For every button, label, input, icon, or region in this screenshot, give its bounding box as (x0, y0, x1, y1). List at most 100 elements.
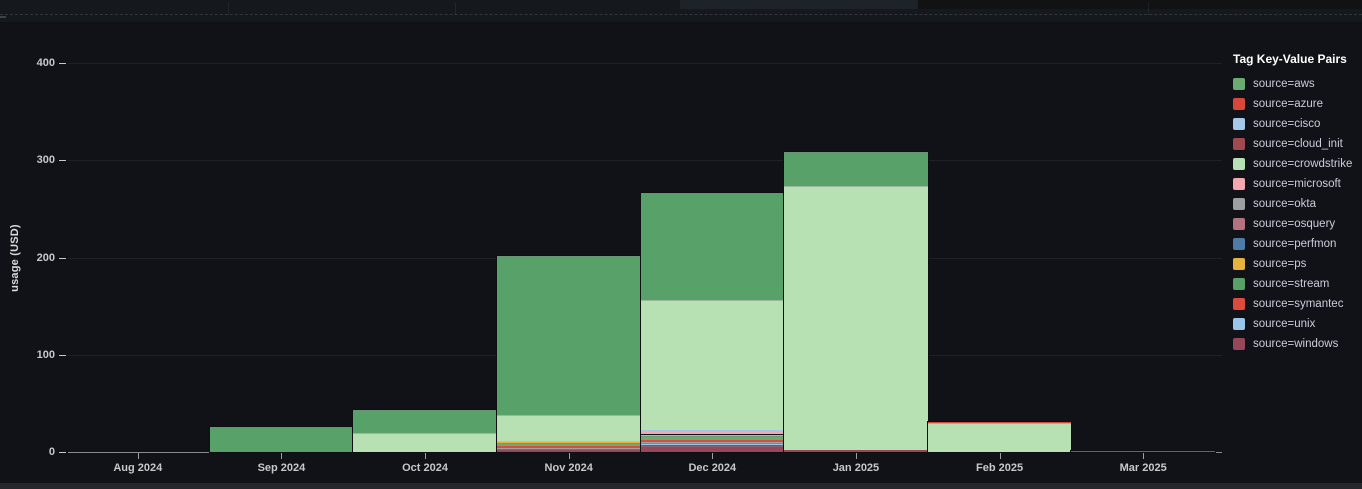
legend-swatch (1233, 118, 1245, 130)
panel-corner-mark (0, 16, 6, 18)
y-tick-label: 0 (15, 447, 55, 458)
x-tick-mark (281, 453, 282, 459)
legend-swatch (1233, 98, 1245, 110)
dashboard-panel: usage (USD) Tag Key-Value Pairs source=a… (0, 0, 1362, 489)
bar-segment-source-stream[interactable] (210, 427, 354, 452)
bar-jan-2025[interactable] (784, 152, 928, 452)
bar-segment-source-stream[interactable] (497, 256, 641, 415)
bar-segment-source-cloud-init[interactable] (497, 449, 641, 450)
bar-segment-source-crowdstrike[interactable] (928, 423, 1072, 452)
panel-divider (228, 2, 229, 15)
y-tick-mark (59, 452, 66, 453)
x-axis-line (68, 452, 1222, 453)
bar-segment-source-stream[interactable] (641, 193, 785, 300)
bar-segment-source-stream[interactable] (353, 410, 497, 432)
legend-item-label: source=cisco (1253, 118, 1320, 130)
legend-item-source-symantec[interactable]: source=symantec (1233, 294, 1359, 314)
panel-above-edge (680, 0, 918, 9)
y-tick-mark (59, 160, 66, 161)
panel-top-strip (0, 0, 1362, 22)
legend-item-source-crowdstrike[interactable]: source=crowdstrike (1233, 154, 1359, 174)
legend-item-source-aws[interactable]: source=aws (1233, 74, 1359, 94)
x-tick-label: Oct 2024 (380, 462, 470, 474)
legend-item-source-okta[interactable]: source=okta (1233, 194, 1359, 214)
y-gridline (68, 160, 1222, 161)
bar-segment-source-okta[interactable] (641, 442, 785, 443)
bar-segment-source-stream[interactable] (784, 152, 928, 185)
bar-segment-source-crowdstrike[interactable] (497, 415, 641, 441)
legend-item-source-microsoft[interactable]: source=microsoft (1233, 174, 1359, 194)
bar-nov-2024[interactable] (497, 256, 641, 452)
legend-item-source-ps[interactable]: source=ps (1233, 254, 1359, 274)
bar-segment-source-symantec[interactable] (641, 440, 785, 441)
legend-title: Tag Key-Value Pairs (1233, 52, 1359, 66)
x-tick-mark (138, 453, 139, 459)
y-tick-label: 400 (15, 58, 55, 69)
bar-segment-source-microsoft[interactable] (641, 430, 785, 434)
bar-segment-source-cloud-init[interactable] (641, 445, 785, 446)
legend-item-source-perfmon[interactable]: source=perfmon (1233, 234, 1359, 254)
panel-divider (1148, 2, 1149, 15)
bar-segment-source-windows[interactable] (784, 450, 928, 452)
bar-segment-source-crowdstrike[interactable] (784, 186, 928, 451)
legend-item-label: source=microsoft (1253, 178, 1341, 190)
x-tick-mark (569, 453, 570, 459)
legend-swatch (1233, 218, 1245, 230)
panel-divider-dashed-line (0, 14, 1362, 15)
y-tick-mark (59, 355, 66, 356)
legend-item-source-cisco[interactable]: source=cisco (1233, 114, 1359, 134)
bar-segment-source-osquery[interactable] (641, 443, 785, 444)
legend-swatch (1233, 298, 1245, 310)
x-tick-label: Feb 2025 (955, 462, 1045, 474)
bar-feb-2025[interactable] (928, 422, 1072, 452)
bar-mar-2025[interactable] (1071, 451, 1215, 452)
bar-segment-source-windows[interactable] (497, 450, 641, 452)
legend-swatch (1233, 178, 1245, 190)
panel-divider (455, 2, 456, 15)
bar-segment-source-crowdstrike[interactable] (641, 300, 785, 429)
legend-item-label: source=perfmon (1253, 238, 1336, 250)
bar-oct-2024[interactable] (353, 410, 497, 452)
bar-segment-source-azure[interactable] (928, 422, 1072, 423)
bar-segment-source-perfmon[interactable] (641, 443, 785, 444)
bar-sep-2024[interactable] (210, 427, 354, 452)
legend-item-source-azure[interactable]: source=azure (1233, 94, 1359, 114)
y-tick-mark (59, 63, 66, 64)
legend-swatch (1233, 278, 1245, 290)
legend-item-source-stream[interactable]: source=stream (1233, 274, 1359, 294)
legend-item-label: source=osquery (1253, 218, 1335, 230)
bar-segment-source-symantec[interactable] (497, 446, 641, 447)
x-tick-label: Aug 2024 (93, 462, 183, 474)
legend-item-source-osquery[interactable]: source=osquery (1233, 214, 1359, 234)
bar-segment-source-aws[interactable] (641, 436, 785, 440)
x-tick-label: Mar 2025 (1098, 462, 1188, 474)
legend-swatch (1233, 238, 1245, 250)
x-tick-mark (1000, 453, 1001, 459)
panel-above-edge-dark (918, 0, 1362, 9)
legend-swatch (1233, 198, 1245, 210)
bar-segment-source-crowdstrike[interactable] (353, 433, 497, 452)
bar-segment-source-ps[interactable] (497, 442, 641, 443)
legend-item-label: source=symantec (1253, 298, 1343, 310)
legend-item-source-unix[interactable]: source=unix (1233, 314, 1359, 334)
legend-item-label: source=unix (1253, 318, 1315, 330)
x-tick-label: Sep 2024 (236, 462, 326, 474)
legend-item-label: source=stream (1253, 278, 1329, 290)
legend-item-label: source=azure (1253, 98, 1323, 110)
bar-segment-source-ps[interactable] (641, 435, 785, 437)
legend-item-source-windows[interactable]: source=windows (1233, 334, 1359, 354)
x-tick-label: Nov 2024 (524, 462, 614, 474)
bar-dec-2024[interactable] (641, 193, 785, 452)
x-tick-mark (425, 453, 426, 459)
y-tick-label: 200 (15, 253, 55, 264)
legend-item-source-cloud-init[interactable]: source=cloud_init (1233, 134, 1359, 154)
bar-segment-source-windows[interactable] (1071, 451, 1215, 452)
bar-segment-source-unix[interactable] (641, 444, 785, 445)
x-tick-label: Jan 2025 (811, 462, 901, 474)
legend-item-label: source=windows (1253, 338, 1338, 350)
bar-segment-source-microsoft[interactable] (497, 441, 641, 442)
legend-swatch (1233, 258, 1245, 270)
legend-swatch (1233, 78, 1245, 90)
bar-segment-source-aws[interactable] (497, 443, 641, 446)
bar-segment-source-windows[interactable] (641, 446, 785, 452)
